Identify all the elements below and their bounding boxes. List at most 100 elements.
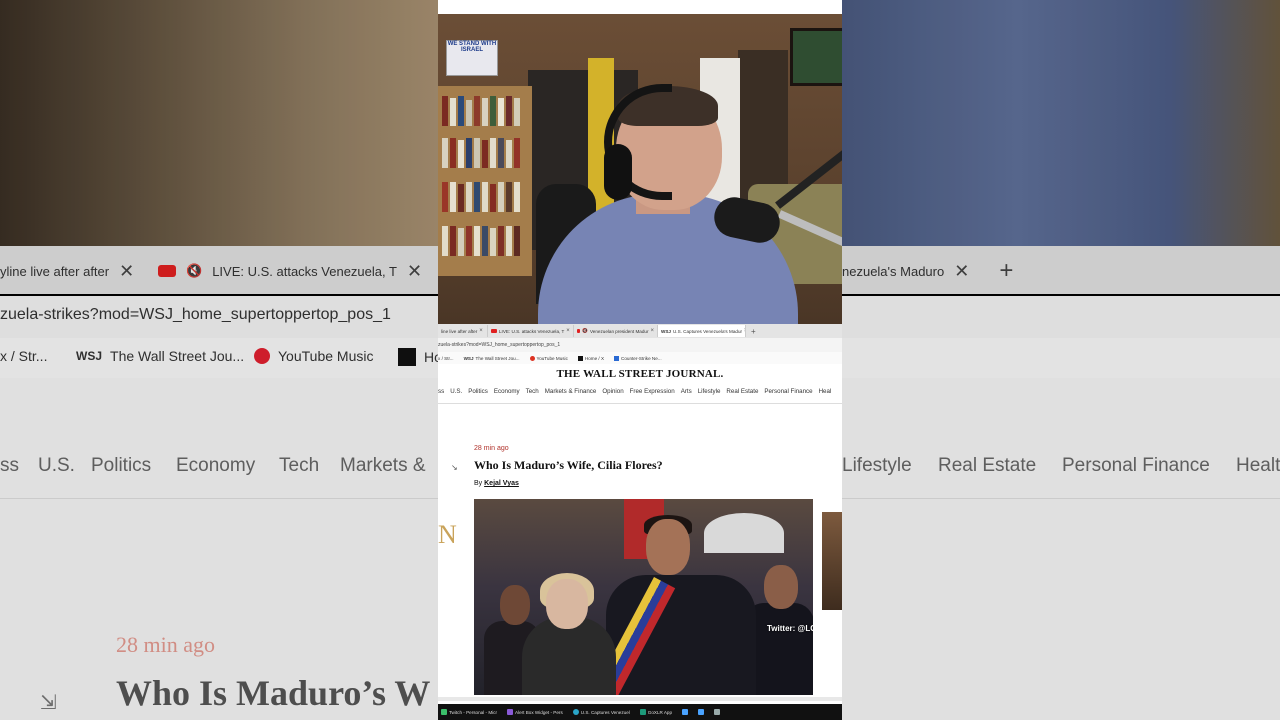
nav-item[interactable]: Politics [468,388,488,400]
obs-icon [441,709,447,715]
address-bar[interactable]: zuela-strikes?mod=WSJ_home_supertopperto… [438,338,842,352]
article-photo[interactable]: Twitter: @LC [474,499,813,695]
nav-item[interactable]: Economy [494,388,520,400]
steam-icon [682,709,689,715]
bg-tab: 🔇 LIVE: U.S. attacks Venezuela, T ✕ [158,258,422,284]
taskbar-item[interactable] [711,706,723,718]
close-icon[interactable]: × [566,328,570,334]
bg-bookmark: x / Str... [0,348,48,364]
youtube-music-icon [529,355,535,361]
wall-picture [790,28,842,86]
nav-item[interactable]: Opinion [602,388,623,400]
vertical-video-frame: WE STAND WITH ISRAEL line live after aft… [438,0,842,720]
close-icon[interactable]: × [650,328,654,334]
edge-icon [572,709,579,715]
wsj-icon: WSJ [661,328,671,334]
youtube-music-icon [254,348,270,364]
bg-camera-left [0,0,438,246]
close-icon[interactable]: × [479,328,483,334]
nav-item[interactable]: Personal Finance [764,388,812,400]
top-strip [438,0,842,14]
side-logo-letter: N [438,520,457,549]
wsj-icon: WSJ [76,349,103,363]
bg-tab: nezuela's Maduro ✕ + [842,257,1014,284]
nav-item[interactable]: Free Expression [630,388,675,400]
bg-nav-item: Economy [176,455,256,476]
taskbar-item[interactable]: GoXLR App [637,706,675,718]
bg-camera-right [842,0,1280,246]
nav-item[interactable]: Lifestyle [698,388,721,400]
muted-speaker-icon: 🔇 [186,263,203,278]
browser-tab-active[interactable]: WSJ U.S. Captures Venezuela's Madur × [658,325,746,337]
photo-credit: Twitter: @LC [767,624,813,633]
nav-item[interactable]: U.S. [450,388,462,400]
muted-speaker-icon: 🔇 [582,328,588,333]
close-icon: ✕ [406,260,423,281]
streamelements-icon [507,709,513,715]
bg-nav-item: Politics [91,455,152,476]
bg-bookmark: Ho [398,348,442,366]
x-icon [398,348,416,366]
bg-nav-item: Tech [279,455,320,476]
browser-tab[interactable]: 🔇 Venezuelan president Madur × [574,325,658,337]
close-icon: ✕ [954,260,970,281]
new-tab-icon: + [999,257,1014,284]
bg-nav-item: Personal Finance [1062,455,1210,476]
nav-item[interactable]: Arts [681,388,692,400]
nav-item[interactable]: Heal [819,388,832,400]
goxlr-icon [639,709,646,715]
cursor-icon: ⇲ [40,692,57,714]
wsj-section-nav: ss U.S. Politics Economy Tech Markets & … [438,388,842,400]
x-icon [577,355,583,361]
webcam-feed: WE STAND WITH ISRAEL [438,14,842,324]
new-tab-button[interactable]: + [751,327,756,336]
author-link[interactable]: Kejal Vyas [484,480,519,487]
nav-item[interactable]: ss [438,388,444,400]
bg-nav-item: U.S. [38,455,75,476]
youtube-icon [158,265,176,277]
browser-tab[interactable]: line live after after × [438,325,488,337]
bg-url-text: zuela-strikes?mod=WSJ_home_supertopperto… [0,306,391,323]
article-headline[interactable]: Who Is Maduro’s Wife, Cilia Flores? [474,458,663,473]
bookmark-item[interactable]: Counter-Strike Ne... [614,355,662,361]
taskbar-item[interactable] [695,706,707,718]
bookmarks-bar: x / Str... WSJ The Wall Street Jou... You… [438,352,842,364]
bg-nav-item: Lifestyle [842,455,912,476]
counter-strike-icon [614,355,620,361]
article-time-ago: 28 min ago [474,445,509,452]
bg-time-ago: 28 min ago [116,632,215,657]
bg-nav-item: ss [0,455,19,476]
bg-nav-item: Healt [1236,455,1280,476]
bookmark-item[interactable]: WSJ The Wall Street Jou... [464,356,520,361]
bookmark-item[interactable]: x / Str... [438,356,454,361]
app-icon [698,709,705,715]
taskbar-item[interactable]: Alert Box Widget - Pers [504,706,566,718]
youtube-icon [491,329,497,333]
bookmark-item[interactable]: Home / X [577,355,604,361]
bg-nav-item: Real Estate [938,455,1037,476]
windows-taskbar: Twitch - Personal - Micr Alert Box Widge… [438,704,842,720]
bookshelf [438,86,532,276]
browser-tab[interactable]: LIVE: U.S. attacks Venezuela, T × [488,325,574,337]
cursor-icon: ↘ [451,463,458,472]
browser-tab-bar: line live after after × LIVE: U.S. attac… [438,324,842,338]
taskbar-item[interactable]: U.S. Captures Venezuel [570,706,633,718]
nav-item[interactable]: Markets & Finance [545,388,597,400]
bg-bookmark: YouTube Music [254,348,373,364]
wsj-icon: WSJ [463,355,474,361]
app-icon [714,709,721,715]
close-icon[interactable]: × [744,328,745,334]
close-icon: ✕ [119,260,135,281]
article-byline: By Kejal Vyas [474,480,519,487]
bg-nav-item: Markets & [340,455,426,476]
bookmark-item[interactable]: YouTube Music [529,355,568,361]
bg-bookmark: WSJ The Wall Street Jou... [76,348,245,364]
taskbar-item[interactable]: Twitch - Personal - Micr [438,706,500,718]
youtube-icon [577,329,581,333]
israel-sign: WE STAND WITH ISRAEL [446,40,498,76]
side-thumbnail[interactable] [822,512,842,610]
nav-item[interactable]: Tech [526,388,539,400]
wsj-masthead[interactable]: THE WALL STREET JOURNAL. [438,368,842,386]
nav-item[interactable]: Real Estate [726,388,758,400]
taskbar-item[interactable] [679,706,691,718]
